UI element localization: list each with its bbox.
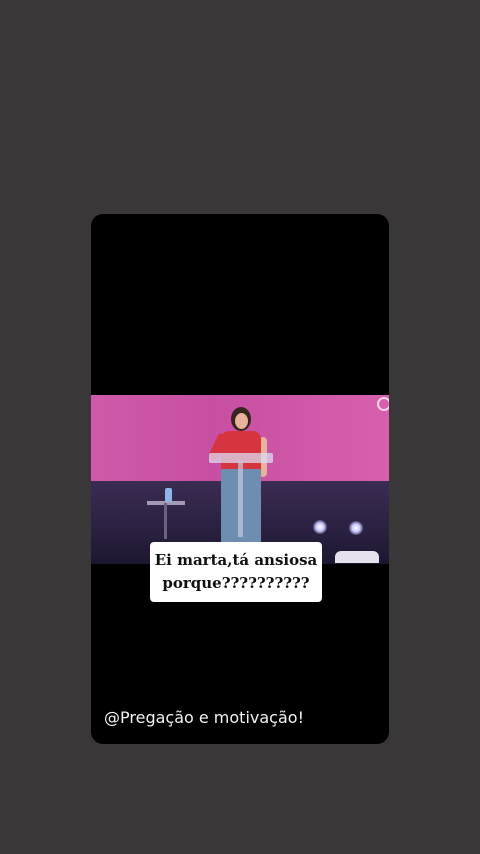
side-table-leg: [164, 503, 167, 539]
watermark-text: @Pregação e motivação!: [104, 708, 304, 727]
caption-sticker: Ei marta,tá ansiosa porque??????????: [150, 542, 322, 602]
stage-light: [349, 521, 363, 535]
backdrop-decoration: [377, 397, 389, 411]
stage-light: [313, 520, 327, 534]
video-frame[interactable]: [91, 395, 389, 564]
story-card[interactable]: Ei marta,tá ansiosa porque?????????? @Pr…: [91, 214, 389, 744]
water-bottle: [165, 488, 172, 502]
speaker-face: [235, 413, 248, 429]
stage-monitor: [335, 551, 379, 563]
caption-line-2: porque??????????: [162, 574, 310, 592]
caption-line-1: Ei marta,tá ansiosa: [154, 551, 318, 569]
podium-stand: [238, 461, 243, 537]
